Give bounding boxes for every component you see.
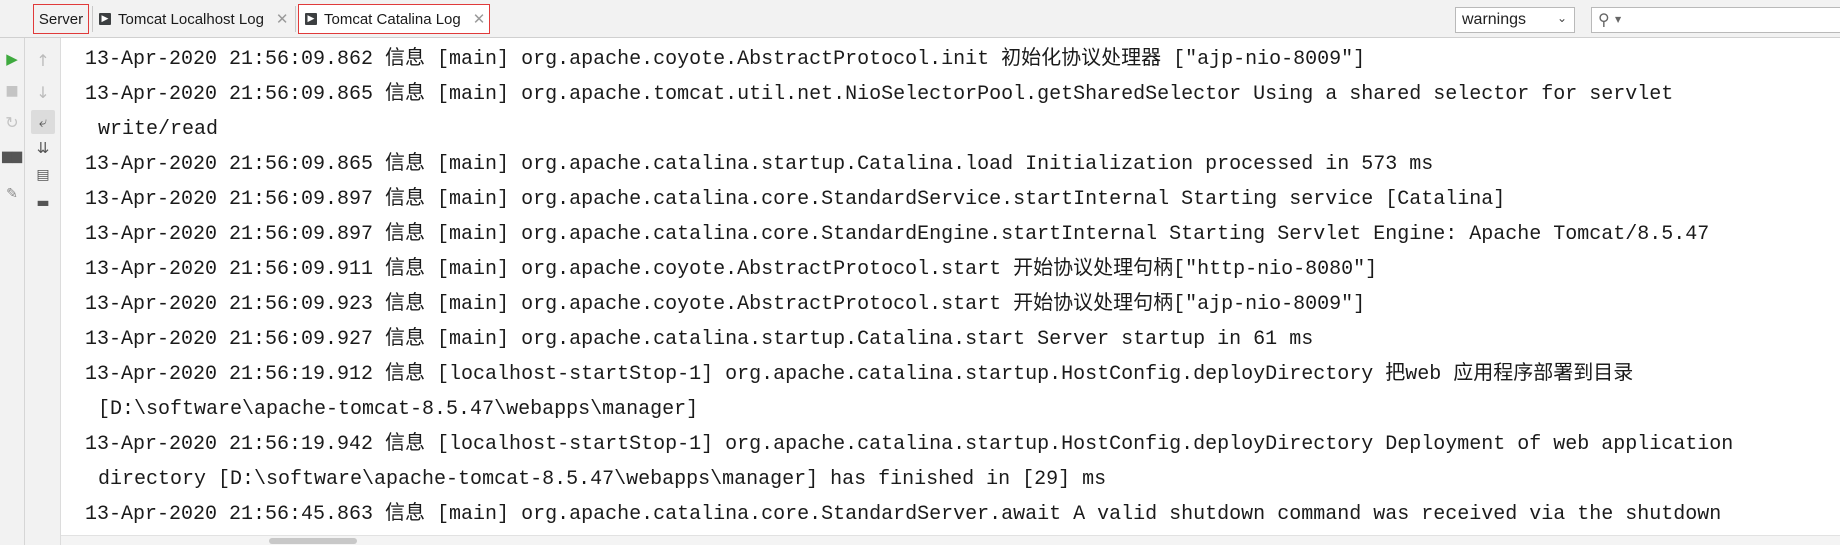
log-line-continuation: write/read [98,118,219,141]
chevron-down-icon: ⌄ [1556,11,1567,25]
log-line: 13-Apr-2020 21:56:09.865 信息 [main] org.a… [85,83,1674,106]
console-icon: ▶ [305,13,317,25]
run-icon[interactable]: ▶ [0,47,24,71]
tab-label: Server [38,10,84,28]
trash-icon[interactable]: ▬ [31,191,55,215]
log-line: 13-Apr-2020 21:56:09.865 信息 [main] org.a… [85,153,1434,176]
stop-icon[interactable]: ■ [0,79,24,103]
tab-server[interactable]: Server [33,4,89,34]
tab-tomcat-localhost-log[interactable]: ▶ Tomcat Localhost Log ✕ [97,4,295,34]
log-line: 13-Apr-2020 21:56:09.897 信息 [main] org.a… [85,188,1506,211]
log-line: 13-Apr-2020 21:56:09.897 信息 [main] org.a… [85,223,1710,246]
print-icon[interactable]: ▤ [31,163,55,187]
log-line: 13-Apr-2020 21:56:09.911 信息 [main] org.a… [85,258,1378,281]
log-line: 13-Apr-2020 21:56:09.923 信息 [main] org.a… [85,293,1366,316]
horizontal-scrollbar[interactable] [61,535,1840,545]
close-icon[interactable]: ✕ [473,10,486,28]
log-line: 13-Apr-2020 21:56:19.942 信息 [localhost-s… [85,433,1734,456]
tab-tomcat-catalina-log[interactable]: ▶ Tomcat Catalina Log ✕ [298,4,490,34]
scroll-to-end-icon[interactable]: ⇊ [31,136,55,160]
rerun-icon[interactable]: ↻ [0,111,24,135]
tab-divider [295,6,296,32]
search-icon[interactable]: ⚲ [1598,10,1610,29]
scrollbar-thumb[interactable] [269,538,357,544]
log-line: 13-Apr-2020 21:56:09.862 信息 [main] org.a… [85,48,1366,71]
log-level-value: warnings [1462,11,1527,28]
log-line: 13-Apr-2020 21:56:45.863 信息 [main] org.a… [85,503,1722,526]
close-icon[interactable]: ✕ [276,10,289,28]
scroll-up-icon[interactable]: ↑ [31,49,55,73]
log-level-select[interactable]: warnings ⌄ [1455,7,1575,33]
run-control-strip: ▶ ■ ↻ ▆▆ ✎ [0,38,25,545]
search-options-caret-icon[interactable]: ▼ [1615,15,1621,24]
tab-label: Tomcat Localhost Log [118,10,264,28]
log-line: 13-Apr-2020 21:56:19.912 信息 [localhost-s… [85,363,1634,386]
log-line-continuation: directory [D:\software\apache-tomcat-8.5… [98,468,1107,491]
tab-divider [92,6,93,32]
scroll-down-icon[interactable]: ↓ [31,81,55,105]
tab-bar: Server ▶ Tomcat Localhost Log ✕ ▶ Tomcat… [0,0,1840,38]
log-output[interactable]: 13-Apr-2020 21:56:09.862 信息 [main] org.a… [61,38,1840,535]
console-toolbar: ↑ ↓ ⤶ ⇊ ▤ ▬ [25,38,61,545]
pin-icon[interactable]: ✎ [0,182,24,206]
search-input[interactable]: ⚲ ▼ [1591,7,1840,33]
layout-icon[interactable]: ▆▆ [0,145,24,169]
soft-wrap-icon[interactable]: ⤶ [31,110,55,134]
console-icon: ▶ [99,13,111,25]
tab-label: Tomcat Catalina Log [324,10,461,28]
log-line-continuation: [D:\software\apache-tomcat-8.5.47\webapp… [98,398,699,421]
log-line: 13-Apr-2020 21:56:09.927 信息 [main] org.a… [85,328,1314,351]
